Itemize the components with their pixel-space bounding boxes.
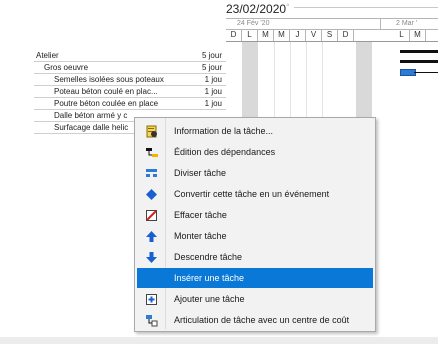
task-name: Dalle béton armé y c [54,111,128,120]
task-duration: 5 jour [201,51,222,60]
day-cell: M [258,29,274,41]
task-name: Poteau béton coulé en plac... [54,87,158,96]
menu-item-add-task[interactable]: Ajouter une tâche [137,289,373,309]
dependency-line [414,72,438,73]
day-cell: J [290,29,306,41]
add-task-icon [145,293,158,306]
day-cell: D [226,29,242,41]
table-row[interactable]: Poutre béton coulée en place 1 jou [34,98,226,110]
arrow-down-icon [145,251,158,264]
summary-bar[interactable] [400,60,438,63]
date-marker-icon: ◦ [286,0,290,11]
task-duration: 5 jour [201,63,222,72]
week-label: 24 Fév '20 [237,20,270,27]
week-label: 2 Mar ' [396,20,418,27]
day-cell: L [242,29,258,41]
menu-item-delete-task[interactable]: Effacer tâche [137,205,373,225]
dependencies-icon [145,146,158,159]
task-info-icon [145,125,158,138]
timeline-date: 23/02/2020 [226,2,287,16]
menu-item-split-task[interactable]: Diviser tâche [137,163,373,183]
menu-item-label: Articulation de tâche avec un centre de … [174,315,350,325]
table-row[interactable]: Poteau béton coulé en plac... 1 jou [34,86,226,98]
task-name: Gros oeuvre [44,63,89,72]
week-separator [380,19,381,29]
menu-item-label: Descendre tâche [174,252,243,262]
task-name: Surfacage dalle helic [54,123,129,132]
menu-item-convert-to-event[interactable]: Convertir cette tâche en un événement [137,184,373,204]
task-duration: 1 jou [204,87,222,96]
day-cell: D [338,29,354,41]
day-cell: M [274,29,290,41]
task-duration: 1 jou [204,75,222,84]
event-diamond-icon [145,188,158,201]
menu-item-move-task-down[interactable]: Descendre tâche [137,247,373,267]
status-strip [0,337,438,344]
menu-item-label: Insérer une tâche [174,273,245,283]
menu-item-task-info[interactable]: Information de la tâche... [137,121,373,141]
menu-item-label: Diviser tâche [174,168,227,178]
day-cell: S [322,29,338,41]
menu-item-cost-center-link[interactable]: Articulation de tâche avec un centre de … [137,310,373,330]
menu-item-label: Monter tâche [174,231,227,241]
date-axis-line [294,7,438,8]
delete-task-icon [145,209,158,222]
table-row[interactable]: Semelles isolées sous poteaux 1 jou [34,74,226,86]
menu-item-label: Information de la tâche... [174,126,274,136]
timeline-day-row: D L M M J V S D L M [226,29,438,42]
task-duration: 1 jou [204,99,222,108]
task-name: Atelier [36,51,59,60]
menu-item-edit-dependencies[interactable]: Édition des dépendances [137,142,373,162]
table-row[interactable]: Gros oeuvre 5 jour [34,62,226,74]
arrow-up-icon [145,230,158,243]
day-cell: L [394,29,410,41]
summary-bar[interactable] [400,50,438,53]
menu-item-label: Convertir cette tâche en un événement [174,189,330,199]
task-context-menu: Information de la tâche... Édition des d… [134,117,376,332]
task-name: Semelles isolées sous poteaux [54,75,164,84]
menu-item-label: Ajouter une tâche [174,294,245,304]
timeline-date-header: 23/02/2020 ◦ [226,0,438,16]
menu-item-label: Édition des dépendances [174,147,276,157]
task-name: Poutre béton coulée en place [54,99,159,108]
menu-item-insert-task[interactable]: Insérer une tâche [137,268,373,288]
split-task-icon [145,167,158,180]
day-cell: M [410,29,426,41]
table-row[interactable]: Atelier 5 jour [34,50,226,62]
menu-item-label: Effacer tâche [174,210,227,220]
cost-center-icon [145,314,158,327]
day-cell: V [306,29,322,41]
menu-item-move-task-up[interactable]: Monter tâche [137,226,373,246]
